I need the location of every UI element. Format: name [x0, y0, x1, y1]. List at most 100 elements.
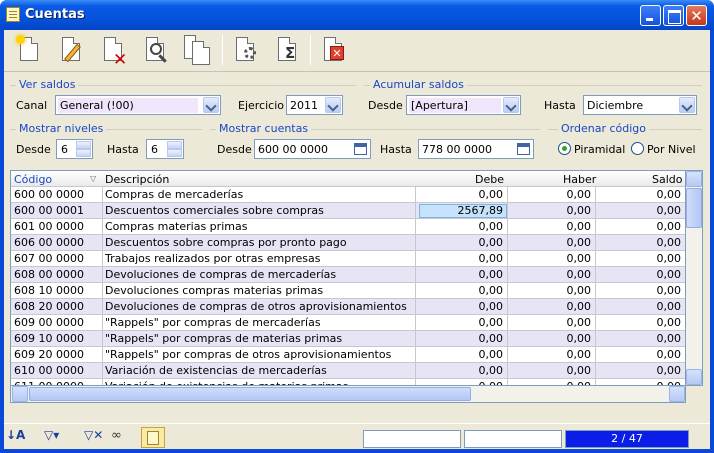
horizontal-scrollbar[interactable]: [10, 386, 686, 403]
scroll-right-button[interactable]: [669, 386, 685, 402]
scroll-up-button[interactable]: [686, 171, 702, 187]
cell-haber[interactable]: 0,00: [507, 284, 592, 297]
chevron-down-icon[interactable]: [203, 97, 219, 113]
calendar-icon[interactable]: [517, 143, 530, 155]
cell-codigo[interactable]: 609 20 0000: [14, 348, 100, 361]
cell-descripcion[interactable]: Variación de existencias de mercaderías: [105, 364, 413, 377]
cell-saldo[interactable]: 0,00: [595, 220, 682, 233]
cell-saldo[interactable]: 0,00: [595, 268, 682, 281]
cell-haber[interactable]: 0,00: [507, 220, 592, 233]
spin-up-icon[interactable]: [76, 141, 91, 149]
table-row[interactable]: 610 00 0000 Variación de existencias de m…: [11, 363, 685, 379]
maximize-button[interactable]: [663, 5, 684, 26]
cell-haber[interactable]: 0,00: [507, 364, 592, 377]
cell-debe[interactable]: 0,00: [415, 316, 504, 329]
cell-descripcion[interactable]: Descuentos comerciales sobre compras: [105, 204, 413, 217]
col-header-codigo[interactable]: Código: [14, 173, 52, 186]
copy-button[interactable]: [180, 33, 214, 67]
cell-debe[interactable]: 0,00: [415, 364, 504, 377]
spin-down-icon[interactable]: [76, 149, 91, 157]
cell-codigo[interactable]: 608 20 0000: [14, 300, 100, 313]
cell-descripcion[interactable]: "Rappels" por compras de otros aprovisio…: [105, 348, 413, 361]
table-row[interactable]: 607 00 0000 Trabajos realizados por otras…: [11, 251, 685, 267]
cell-debe[interactable]: 0,00: [415, 284, 504, 297]
cell-saldo[interactable]: 0,00: [595, 252, 682, 265]
table-row[interactable]: 611 00 0000Variación de existencias de m…: [11, 379, 685, 385]
cell-codigo[interactable]: 606 00 0000: [14, 236, 100, 249]
accounts-grid[interactable]: Código ▽ Descripción Debe Haber Saldo 60…: [10, 170, 686, 386]
chevron-down-icon[interactable]: [679, 97, 695, 113]
minimize-button[interactable]: [640, 5, 661, 26]
table-row[interactable]: 600 00 0001 Descuentos comerciales sobre …: [11, 203, 685, 219]
cell-debe[interactable]: 0,00: [415, 332, 504, 345]
sort-icon[interactable]: ▽: [90, 174, 96, 183]
calendar-icon[interactable]: [354, 143, 367, 155]
cell-haber[interactable]: 0,00: [507, 316, 592, 329]
cell-descripcion[interactable]: Devoluciones compras materias primas: [105, 284, 413, 297]
binoculars-icon[interactable]: ∞: [111, 428, 133, 446]
close-window-button[interactable]: ✕: [316, 33, 350, 67]
col-header-debe[interactable]: Debe: [475, 173, 504, 186]
scroll-down-button[interactable]: [686, 369, 702, 385]
cell-descripcion[interactable]: Trabajos realizados por otras empresas: [105, 252, 413, 265]
cell-haber[interactable]: 0,00: [507, 268, 592, 281]
cell-saldo[interactable]: 0,00: [595, 300, 682, 313]
edit-button[interactable]: [54, 33, 88, 67]
table-row[interactable]: 609 20 0000 "Rappels" por compras de otro…: [11, 347, 685, 363]
table-row[interactable]: 609 00 0000 "Rappels" por compras de merc…: [11, 315, 685, 331]
table-row[interactable]: 609 10 0000 "Rappels" por compras de mate…: [11, 331, 685, 347]
cell-codigo[interactable]: 609 10 0000: [14, 332, 100, 345]
cell-haber[interactable]: 0,00: [507, 348, 592, 361]
cell-debe[interactable]: 0,00: [415, 348, 504, 361]
radio-por-nivel-label[interactable]: Por Nivel: [647, 143, 696, 156]
cell-haber[interactable]: 0,00: [507, 252, 592, 265]
cell-codigo[interactable]: 608 10 0000: [14, 284, 100, 297]
cell-saldo[interactable]: 0,00: [595, 364, 682, 377]
cell-debe[interactable]: 0,00: [415, 252, 504, 265]
cell-debe[interactable]: 2567,89: [415, 204, 504, 217]
cell-descripcion[interactable]: "Rappels" por compras de materias primas: [105, 332, 413, 345]
scroll-left-button[interactable]: [12, 386, 28, 402]
table-row[interactable]: 606 00 0000 Descuentos sobre compras por …: [11, 235, 685, 251]
cell-descripcion[interactable]: Descuentos sobre compras por pronto pago: [105, 236, 413, 249]
spin-up-icon[interactable]: [167, 141, 182, 149]
cell-saldo[interactable]: 0,00: [595, 332, 682, 345]
cell-debe[interactable]: 0,00: [415, 188, 504, 201]
col-header-saldo[interactable]: Saldo: [652, 173, 683, 186]
vertical-scroll-thumb[interactable]: [686, 188, 702, 228]
cell-codigo[interactable]: 608 00 0000: [14, 268, 100, 281]
cell-saldo[interactable]: 0,00: [595, 236, 682, 249]
cell-haber[interactable]: 0,00: [507, 204, 592, 217]
cell-codigo[interactable]: 601 00 0000: [14, 220, 100, 233]
notes-button[interactable]: [141, 427, 165, 448]
cell-debe[interactable]: 0,00: [415, 268, 504, 281]
table-row[interactable]: 608 10 0000 Devoluciones compras materias…: [11, 283, 685, 299]
cell-codigo[interactable]: 609 00 0000: [14, 316, 100, 329]
cuentas-hasta-field[interactable]: 778 00 0000: [418, 139, 534, 159]
canal-select[interactable]: General (!00): [55, 95, 221, 115]
clear-filter-icon[interactable]: ▽✕: [84, 428, 104, 446]
radio-piramidal-label[interactable]: Piramidal: [574, 143, 625, 156]
cell-descripcion[interactable]: "Rappels" por compras de mercaderías: [105, 316, 413, 329]
cell-saldo[interactable]: 0,00: [595, 284, 682, 297]
niveles-desde-stepper[interactable]: 6: [56, 139, 93, 159]
cell-haber[interactable]: 0,00: [507, 236, 592, 249]
cell-haber[interactable]: 0,00: [507, 188, 592, 201]
cell-codigo[interactable]: 600 00 0001: [14, 204, 100, 217]
ejercicio-select[interactable]: 2011: [286, 95, 343, 115]
chevron-down-icon[interactable]: [503, 97, 519, 113]
cell-debe[interactable]: 0,00: [415, 236, 504, 249]
cell-descripcion[interactable]: Devoluciones de compras de otros aprovis…: [105, 300, 413, 313]
table-row[interactable]: 600 00 0000 Compras de mercaderías 0,00 0,0…: [11, 187, 685, 203]
col-header-haber[interactable]: Haber: [563, 173, 596, 186]
new-button[interactable]: [12, 33, 46, 67]
sort-az-icon[interactable]: ↓A: [6, 428, 34, 446]
search-button[interactable]: [138, 33, 172, 67]
title-bar[interactable]: Cuentas ✕: [0, 0, 714, 30]
horizontal-scroll-thumb[interactable]: [29, 387, 471, 401]
cell-haber[interactable]: 0,00: [507, 300, 592, 313]
cell-saldo[interactable]: 0,00: [595, 188, 682, 201]
settings-button[interactable]: [228, 33, 262, 67]
table-row[interactable]: 608 00 0000 Devoluciones de compras de me…: [11, 267, 685, 283]
cell-debe[interactable]: 0,00: [415, 300, 504, 313]
